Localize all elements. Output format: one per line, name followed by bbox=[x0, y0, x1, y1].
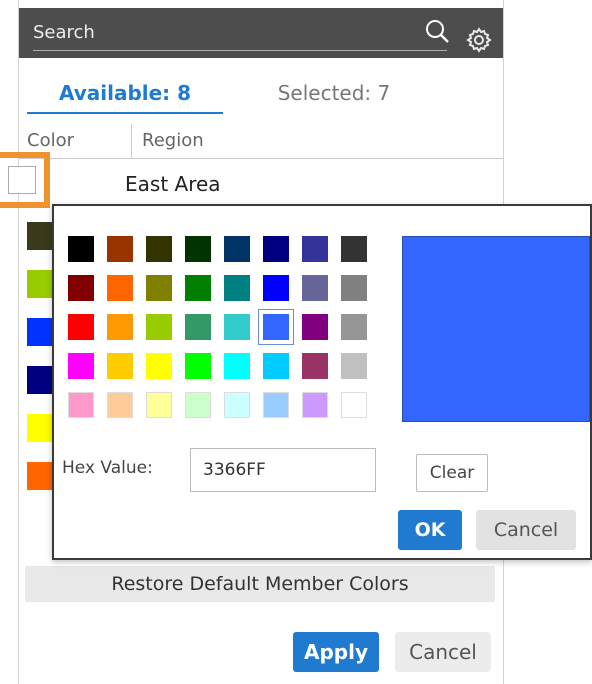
hex-value-label: Hex Value: bbox=[62, 458, 153, 478]
palette-color-cell[interactable] bbox=[341, 275, 367, 301]
palette-color-cell[interactable] bbox=[68, 353, 94, 379]
column-header-region: Region bbox=[131, 124, 204, 158]
color-palette-grid bbox=[68, 236, 388, 426]
popup-cancel-button[interactable]: Cancel bbox=[476, 510, 576, 550]
palette-color-cell[interactable] bbox=[258, 309, 294, 345]
tab-selected[interactable]: Selected: 7 bbox=[254, 78, 414, 112]
palette-color-cell[interactable] bbox=[302, 392, 328, 418]
palette-color-cell[interactable] bbox=[224, 314, 250, 340]
palette-color-cell[interactable] bbox=[341, 314, 367, 340]
search-field[interactable] bbox=[33, 16, 447, 51]
color-picker-popup: Hex Value: 3366FF Clear OK Cancel bbox=[52, 204, 592, 560]
member-color-swatch[interactable] bbox=[27, 222, 55, 250]
palette-color-cell[interactable] bbox=[341, 392, 367, 418]
palette-color-cell[interactable] bbox=[68, 236, 94, 262]
tab-available[interactable]: Available: 8 bbox=[27, 78, 223, 114]
palette-color-cell[interactable] bbox=[107, 236, 133, 262]
palette-color-cell[interactable] bbox=[107, 392, 133, 418]
palette-color-cell[interactable] bbox=[263, 392, 289, 418]
search-icon[interactable] bbox=[424, 18, 452, 46]
palette-color-cell[interactable] bbox=[146, 314, 172, 340]
palette-color-cell[interactable] bbox=[302, 314, 328, 340]
restore-default-colors-button[interactable]: Restore Default Member Colors bbox=[25, 566, 495, 602]
search-bar bbox=[19, 8, 503, 58]
palette-color-cell[interactable] bbox=[185, 392, 211, 418]
palette-color-cell[interactable] bbox=[146, 392, 172, 418]
header-divider bbox=[19, 158, 503, 159]
palette-color-cell[interactable] bbox=[341, 236, 367, 262]
clear-button[interactable]: Clear bbox=[416, 454, 488, 492]
member-color-swatch[interactable] bbox=[27, 270, 55, 298]
apply-button[interactable]: Apply bbox=[293, 632, 379, 672]
search-input[interactable] bbox=[33, 22, 413, 43]
palette-color-cell[interactable] bbox=[185, 353, 211, 379]
palette-color-cell[interactable] bbox=[224, 353, 250, 379]
palette-color-cell[interactable] bbox=[263, 275, 289, 301]
color-preview bbox=[402, 236, 590, 422]
palette-color-cell[interactable] bbox=[302, 236, 328, 262]
palette-color-cell[interactable] bbox=[224, 236, 250, 262]
palette-color-cell[interactable] bbox=[263, 353, 289, 379]
palette-color-cell[interactable] bbox=[341, 353, 367, 379]
palette-color-cell[interactable] bbox=[146, 353, 172, 379]
palette-color-cell[interactable] bbox=[107, 275, 133, 301]
ok-button[interactable]: OK bbox=[398, 510, 462, 550]
palette-color-cell[interactable] bbox=[224, 392, 250, 418]
cancel-button[interactable]: Cancel bbox=[395, 632, 491, 672]
palette-color-cell[interactable] bbox=[107, 353, 133, 379]
member-color-swatch[interactable] bbox=[27, 462, 55, 490]
palette-color-cell[interactable] bbox=[185, 275, 211, 301]
palette-color-cell[interactable] bbox=[263, 236, 289, 262]
palette-color-cell[interactable] bbox=[185, 236, 211, 262]
member-color-swatch-selected[interactable] bbox=[8, 166, 36, 194]
palette-color-cell[interactable] bbox=[146, 275, 172, 301]
palette-color-cell[interactable] bbox=[302, 275, 328, 301]
palette-color-cell[interactable] bbox=[302, 353, 328, 379]
gear-icon[interactable] bbox=[465, 26, 493, 54]
palette-color-cell[interactable] bbox=[68, 392, 94, 418]
hex-value-input[interactable]: 3366FF bbox=[190, 448, 376, 492]
member-color-swatch[interactable] bbox=[27, 414, 55, 442]
palette-color-cell[interactable] bbox=[146, 236, 172, 262]
palette-color-cell[interactable] bbox=[68, 275, 94, 301]
palette-color-cell[interactable] bbox=[224, 275, 250, 301]
palette-color-cell[interactable] bbox=[185, 314, 211, 340]
palette-color-cell[interactable] bbox=[68, 314, 94, 340]
member-color-swatch[interactable] bbox=[27, 318, 55, 346]
member-color-swatch[interactable] bbox=[27, 366, 55, 394]
palette-color-cell[interactable] bbox=[107, 314, 133, 340]
region-label: East Area bbox=[125, 172, 221, 196]
